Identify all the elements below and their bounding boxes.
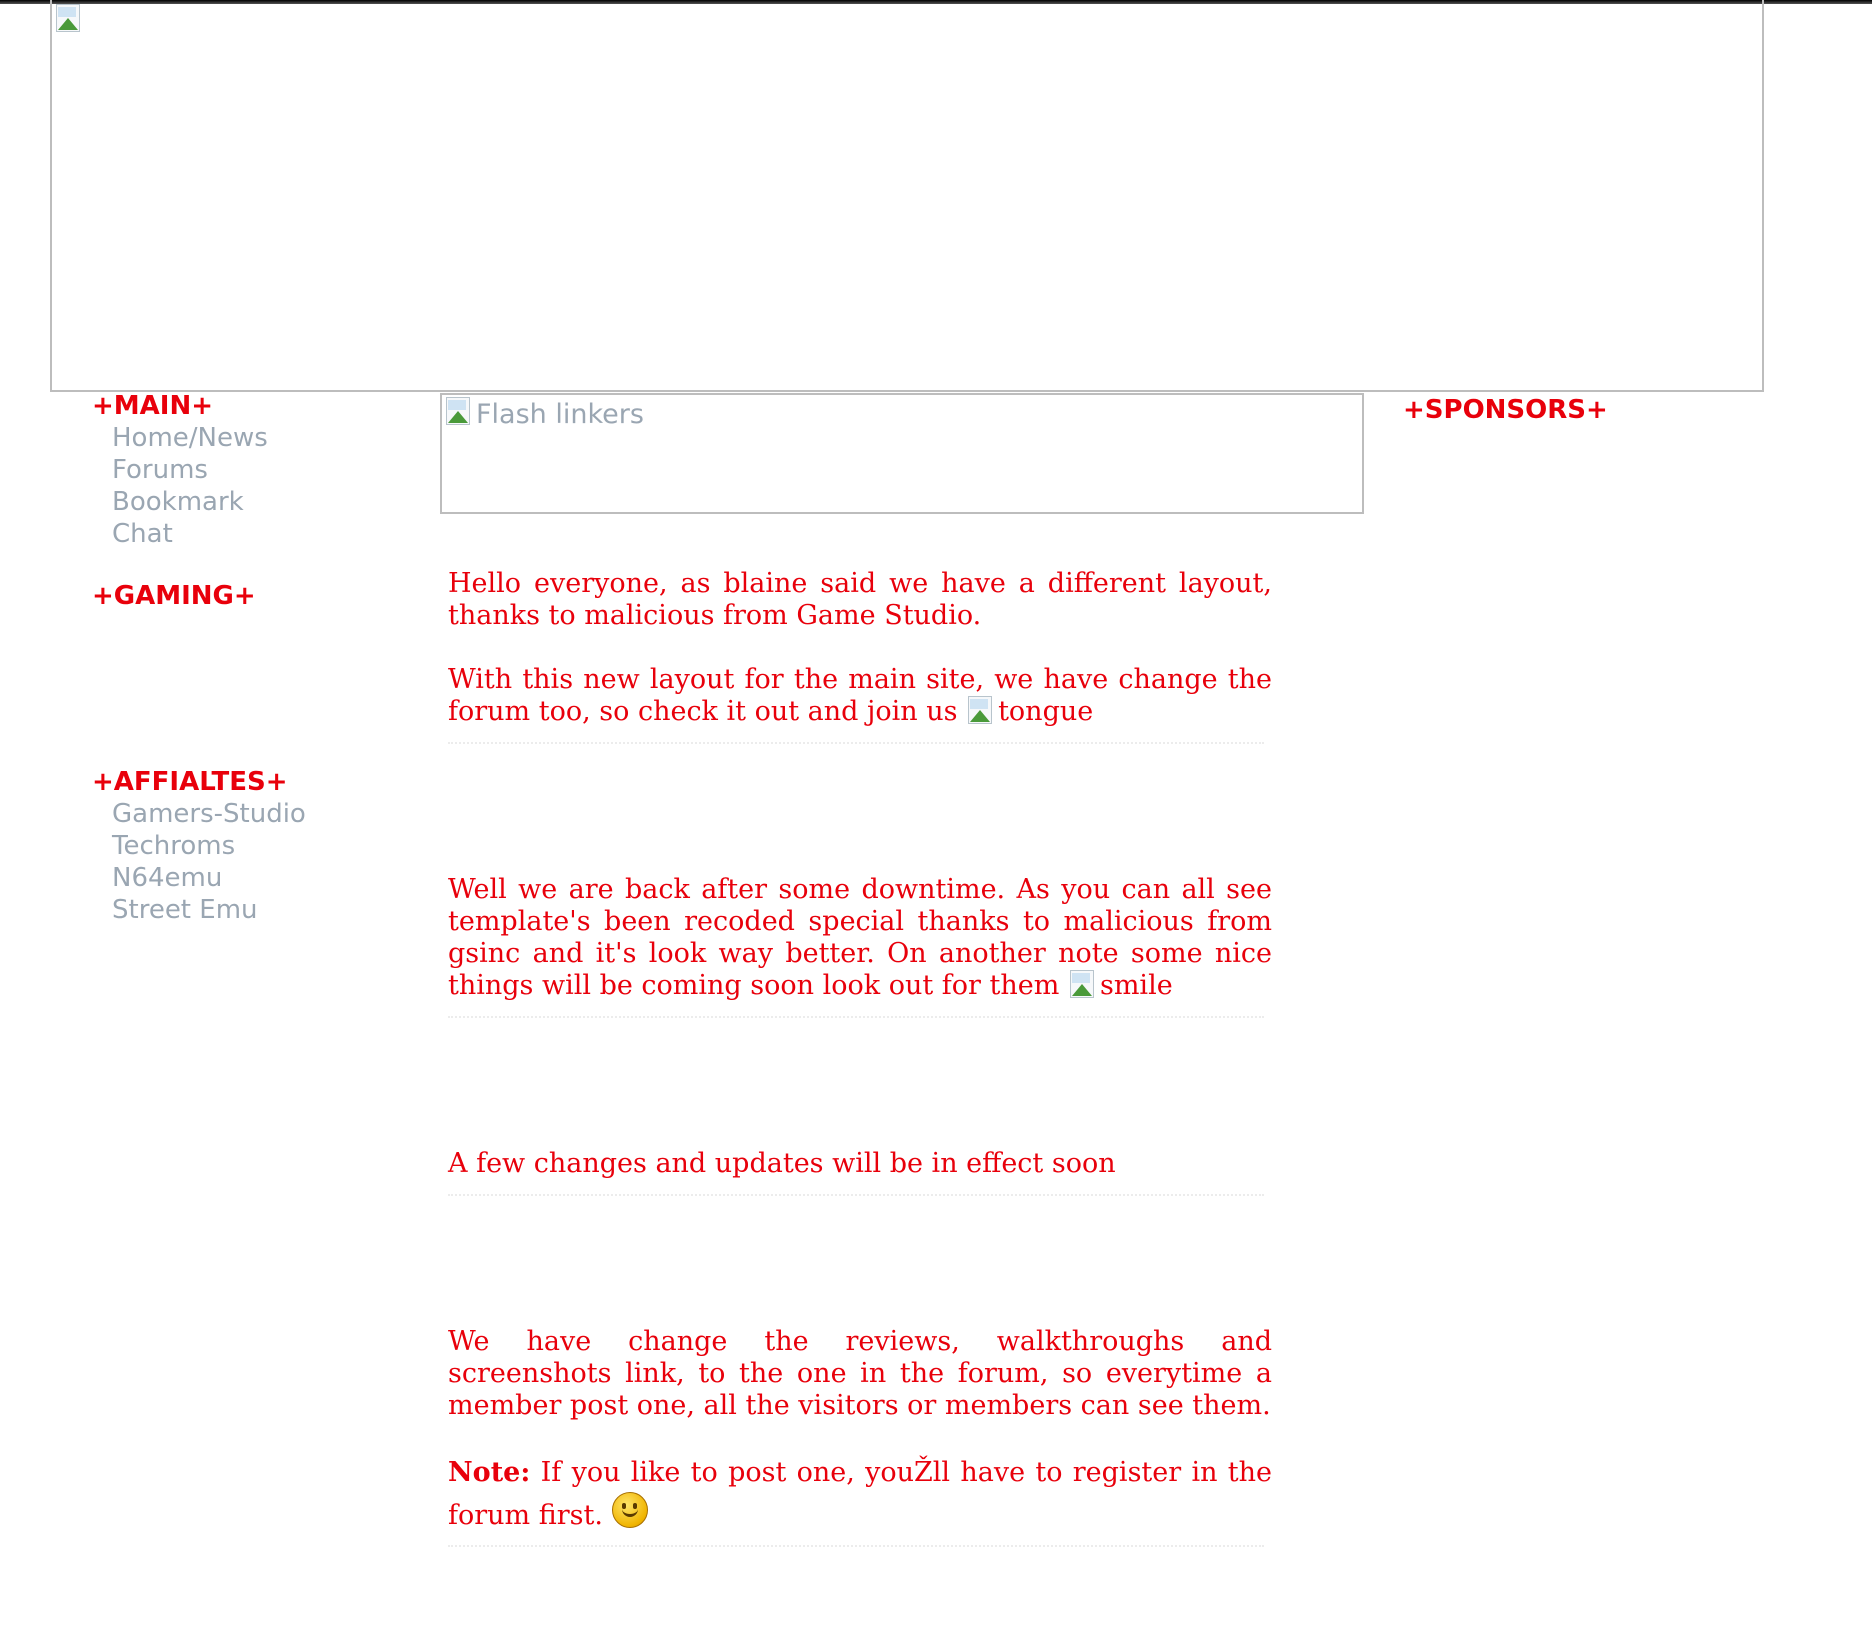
nav-link-home-news[interactable]: Home/News [112, 422, 412, 454]
broken-image-icon [54, 4, 86, 36]
news-post-1-para-2-text: With this new layout for the main site, … [448, 664, 1272, 727]
news-post-4: We have change the reviews, walkthroughs… [448, 1326, 1272, 1547]
gaming-section-heading: +GAMING+ [92, 581, 256, 611]
broken-image-icon [966, 696, 998, 728]
tongue-emoticon: tongue [966, 696, 1093, 727]
news-post-2: Well we are back after some downtime. As… [448, 874, 1272, 1018]
news-post-3-text: A few changes and updates will be in eff… [448, 1148, 1116, 1179]
note-label: Note: [448, 1457, 531, 1488]
flash-linkers-box[interactable]: Flash linkers [440, 393, 1364, 514]
news-post-4-para-1: We have change the reviews, walkthroughs… [448, 1326, 1272, 1421]
news-post-1-para-2: With this new layout for the main site, … [448, 664, 1272, 728]
news-post-2-text: Well we are back after some downtime. As… [448, 874, 1272, 1002]
affiliate-link-street-emu[interactable]: Street Emu [112, 894, 306, 926]
post-separator [448, 1016, 1264, 1018]
affiliates-section-heading: +AFFIALTES+ [92, 767, 288, 797]
post-separator [448, 742, 1264, 744]
nav-link-chat[interactable]: Chat [112, 518, 412, 550]
post-separator [448, 1194, 1264, 1196]
affiliate-link-n64emu[interactable]: N64emu [112, 862, 306, 894]
main-section-heading: +MAIN+ [92, 391, 213, 421]
news-post-3: A few changes and updates will be in eff… [448, 1148, 1272, 1196]
news-post-1-para-1: Hello everyone, as blaine said we have a… [448, 568, 1272, 631]
news-post-4-note: Note: If you like to post one, youŽll ha… [448, 1454, 1272, 1535]
news-post-1: Hello everyone, as blaine said we have a… [448, 568, 1272, 744]
wink-smiley-icon [611, 1492, 648, 1528]
affiliates-nav-list: Gamers-Studio Techroms N64emu Street Emu [112, 798, 306, 926]
flash-linkers-alt: Flash linkers [444, 397, 644, 431]
note-text: If you like to post one, youŽll have to … [448, 1457, 1272, 1531]
nav-link-bookmark[interactable]: Bookmark [112, 486, 412, 518]
nav-link-forums[interactable]: Forums [112, 454, 412, 486]
smile-emoticon-alt: smile [1099, 970, 1173, 1001]
smile-emoticon: smile [1068, 970, 1173, 1001]
affiliate-link-gamers-studio[interactable]: Gamers-Studio [112, 798, 306, 830]
flash-alt-text: Flash linkers [476, 399, 644, 430]
sponsors-section-heading: +SPONSORS+ [1403, 395, 1608, 425]
broken-image-icon [444, 397, 476, 429]
header-banner [50, 0, 1764, 392]
main-nav-list: Home/News Forums Bookmark Chat [112, 422, 412, 550]
broken-image-icon [1068, 970, 1100, 1002]
post-separator [448, 1545, 1264, 1547]
affiliate-link-techroms[interactable]: Techroms [112, 830, 306, 862]
tongue-emoticon-alt: tongue [998, 696, 1094, 727]
left-sidebar: +MAIN+ Home/News Forums Bookmark Chat [92, 390, 412, 550]
